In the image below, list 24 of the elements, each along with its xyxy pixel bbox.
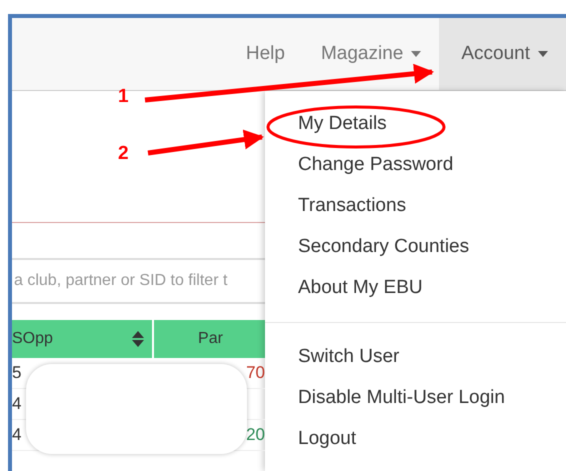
table-cell-text: 4	[12, 425, 22, 445]
nav-item[interactable]: Account	[439, 18, 566, 90]
annotation-number: 1	[118, 86, 129, 108]
menu-item[interactable]: About My EBU	[265, 267, 429, 308]
nav-item[interactable]: Magazine	[302, 18, 440, 90]
table-cell-text: 5	[12, 363, 22, 383]
table-cell-text: 20	[245, 425, 265, 445]
column-header[interactable]: SOpp	[12, 320, 152, 358]
annotation-number: 2	[118, 143, 129, 165]
caret-icon	[411, 51, 422, 57]
caret-icon	[538, 51, 548, 57]
menu-item[interactable]: Change Password	[265, 144, 460, 185]
nav-item[interactable]: Help	[228, 18, 303, 90]
menu-item[interactable]: My Details	[265, 103, 393, 144]
menu-item[interactable]: Transactions	[265, 185, 412, 226]
menu-item[interactable]: Secondary Counties	[265, 226, 476, 267]
menu-item[interactable]: Logout	[265, 418, 362, 459]
column-header[interactable]: Par	[154, 320, 267, 358]
menu-item[interactable]: Disable Multi-User Login	[265, 377, 511, 418]
sort-icon	[132, 331, 144, 347]
menu-item[interactable]: Switch User	[265, 336, 406, 377]
filter-field[interactable]: a club, partner or SID to filter t	[12, 272, 265, 290]
table-cell-text: 70	[245, 363, 265, 383]
table-cell-text: 4	[12, 394, 22, 414]
